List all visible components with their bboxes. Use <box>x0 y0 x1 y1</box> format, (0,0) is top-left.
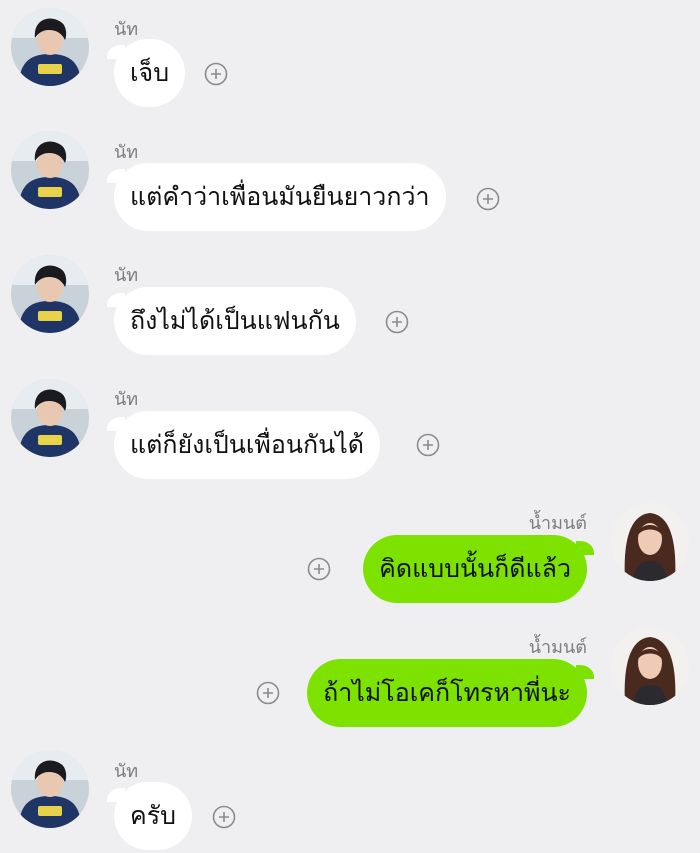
message-row: นัท แต่ก็ยังเป็นเพื่อนกันได้ <box>0 370 700 494</box>
sender-name: นัท <box>114 142 139 163</box>
message-bubble[interactable]: ถ้าไม่โอเคก็โทรหาพี่นะ <box>307 659 594 727</box>
avatar[interactable] <box>11 8 89 86</box>
message-bubble[interactable]: ถึงไม่ได้เป็นแฟนกัน <box>107 287 356 355</box>
avatar[interactable] <box>11 379 89 457</box>
plus-circle-icon[interactable] <box>416 433 440 457</box>
avatar[interactable] <box>611 627 689 705</box>
message-bubble[interactable]: เจ็บ <box>106 39 186 107</box>
sender-name: นัท <box>114 761 139 782</box>
avatar[interactable] <box>11 255 89 333</box>
sender-name: นัท <box>114 19 139 40</box>
plus-circle-icon[interactable] <box>476 187 500 211</box>
message-row: น้ำมนต์ ถ้าไม่โอเคก็โทรหาพี่นะ <box>0 618 700 742</box>
avatar[interactable] <box>611 503 689 581</box>
sender-name: นัท <box>114 389 139 410</box>
message-bubble[interactable]: ครับ <box>106 782 193 850</box>
avatar[interactable] <box>11 750 89 828</box>
plus-circle-icon[interactable] <box>307 557 331 581</box>
sender-name: นัท <box>114 265 139 286</box>
plus-circle-icon[interactable] <box>212 805 236 829</box>
message-bubble[interactable]: แต่คำว่าเพื่อนมันยืนยาวกว่า <box>107 163 446 231</box>
message-row: นัท แต่คำว่าเพื่อนมันยืนยาวกว่า <box>0 123 700 246</box>
message-bubble[interactable]: แต่ก็ยังเป็นเพื่อนกันได้ <box>106 411 381 479</box>
message-row: น้ำมนต์ คิดแบบนั้นก็ดีแล้ว <box>0 494 700 618</box>
chat-screen: { "chat": { "messages": [ {"sender": "นั… <box>0 0 700 853</box>
avatar[interactable] <box>11 131 89 209</box>
plus-circle-icon[interactable] <box>385 310 409 334</box>
plus-circle-icon[interactable] <box>204 62 228 86</box>
sender-name: น้ำมนต์ <box>528 637 587 658</box>
message-row: นัท เจ็บ <box>0 0 700 123</box>
sender-name: น้ำมนต์ <box>528 513 587 534</box>
plus-circle-icon[interactable] <box>256 681 280 705</box>
message-row: นัท ถึงไม่ได้เป็นแฟนกัน <box>0 246 700 370</box>
message-bubble[interactable]: คิดแบบนั้นก็ดีแล้ว <box>363 535 594 603</box>
message-row: นัท ครับ <box>0 742 700 853</box>
